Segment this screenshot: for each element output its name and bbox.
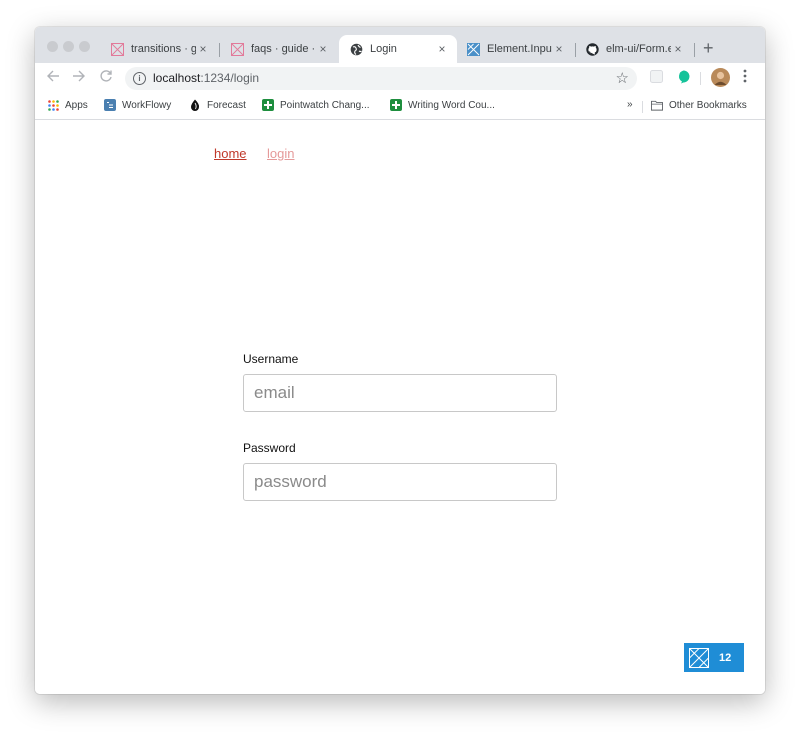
tab-divider (694, 43, 695, 57)
tab-label: Login (370, 43, 397, 55)
toolbar-divider (700, 72, 701, 85)
folder-icon (651, 99, 663, 111)
bookmarks-bar: Apps WorkFlowy Forecast Pointwatch Chang… (35, 94, 765, 120)
password-label: Password (243, 441, 296, 455)
bookmark-label: Pointwatch Chang... (280, 99, 370, 111)
sheets-icon (262, 99, 274, 111)
bookmarks-overflow-button[interactable]: » (627, 99, 633, 110)
address-url: localhost:1234/login (153, 71, 259, 85)
tab-transitions[interactable]: transitions · g × (100, 35, 218, 63)
arrow-left-icon (47, 70, 59, 82)
bookmark-forecast[interactable]: Forecast (189, 99, 246, 111)
sheets-icon (390, 99, 402, 111)
new-tab-button[interactable]: + (703, 39, 714, 57)
bookmark-star-icon[interactable]: ☆ (616, 69, 629, 87)
window-close-button[interactable] (47, 41, 58, 52)
login-link[interactable]: login (267, 146, 294, 161)
tab-label: Element.Input (487, 43, 552, 55)
elm-ui-icon (467, 42, 480, 56)
browser-window: transitions · g × faqs · guide · e × Log… (35, 27, 765, 694)
back-button[interactable] (46, 69, 60, 87)
tab-elm-ui-form[interactable]: elm-ui/Form.e × (575, 35, 693, 63)
url-path: :1234/login (200, 71, 260, 85)
tab-label: elm-ui/Form.e (606, 43, 671, 55)
close-icon[interactable]: × (196, 42, 210, 56)
kebab-menu-icon[interactable] (743, 69, 747, 88)
tab-label: faqs · guide · e (251, 43, 316, 55)
username-label: Username (243, 352, 299, 366)
bookmark-apps[interactable]: Apps (47, 99, 88, 111)
github-icon (586, 42, 599, 56)
close-icon[interactable]: × (552, 42, 566, 56)
url-host: localhost (153, 71, 201, 85)
close-icon[interactable]: × (316, 42, 330, 56)
bookmark-pointwatch[interactable]: Pointwatch Chang... (262, 99, 370, 111)
reload-icon (100, 70, 112, 82)
password-input[interactable] (243, 463, 557, 501)
grammarly-extension-icon[interactable] (677, 70, 690, 89)
bookmarks-divider (642, 101, 643, 113)
elm-logo-icon (111, 42, 124, 56)
elm-debugger-badge[interactable]: 12 (684, 643, 744, 672)
address-bar[interactable]: i localhost:1234/login ☆ (125, 67, 637, 90)
debugger-message-count: 12 (719, 651, 732, 664)
globe-icon (350, 43, 363, 56)
tab-faqs[interactable]: faqs · guide · e × (220, 35, 338, 63)
bookmark-label: Writing Word Cou... (408, 99, 495, 111)
close-icon[interactable]: × (435, 42, 449, 56)
profile-avatar[interactable] (711, 68, 730, 92)
elm-logo-icon (231, 42, 244, 56)
tab-login[interactable]: Login × (339, 35, 457, 63)
bookmark-label: Forecast (207, 99, 246, 111)
bookmark-writing-word-count[interactable]: Writing Word Cou... (390, 99, 495, 111)
close-icon[interactable]: × (671, 42, 685, 56)
bookmark-label: Apps (65, 99, 88, 111)
forecast-icon (189, 99, 201, 111)
tab-strip: transitions · g × faqs · guide · e × Log… (35, 27, 765, 63)
other-bookmarks[interactable]: Other Bookmarks (651, 99, 747, 111)
bookmark-label: WorkFlowy (122, 99, 172, 111)
extension-placeholder-icon[interactable] (650, 70, 663, 88)
arrow-right-icon (73, 70, 85, 82)
reload-button[interactable] (99, 69, 113, 87)
username-input[interactable] (243, 374, 557, 412)
bookmark-workflowy[interactable]: WorkFlowy (104, 99, 171, 111)
window-zoom-button[interactable] (79, 41, 90, 52)
home-link[interactable]: home (214, 146, 247, 161)
browser-toolbar: i localhost:1234/login ☆ (35, 63, 765, 94)
page-content: home login Username Password 12 (35, 120, 765, 694)
elm-tangram-icon (689, 647, 709, 668)
forward-button[interactable] (72, 69, 86, 87)
window-minimize-button[interactable] (63, 41, 74, 52)
tab-element-input[interactable]: Element.Input × (456, 35, 574, 63)
bookmark-label: Other Bookmarks (669, 99, 747, 111)
workflowy-icon (104, 99, 116, 111)
tab-label: transitions · g (131, 43, 196, 55)
apps-grid-icon (47, 99, 59, 111)
info-icon[interactable]: i (133, 72, 146, 85)
